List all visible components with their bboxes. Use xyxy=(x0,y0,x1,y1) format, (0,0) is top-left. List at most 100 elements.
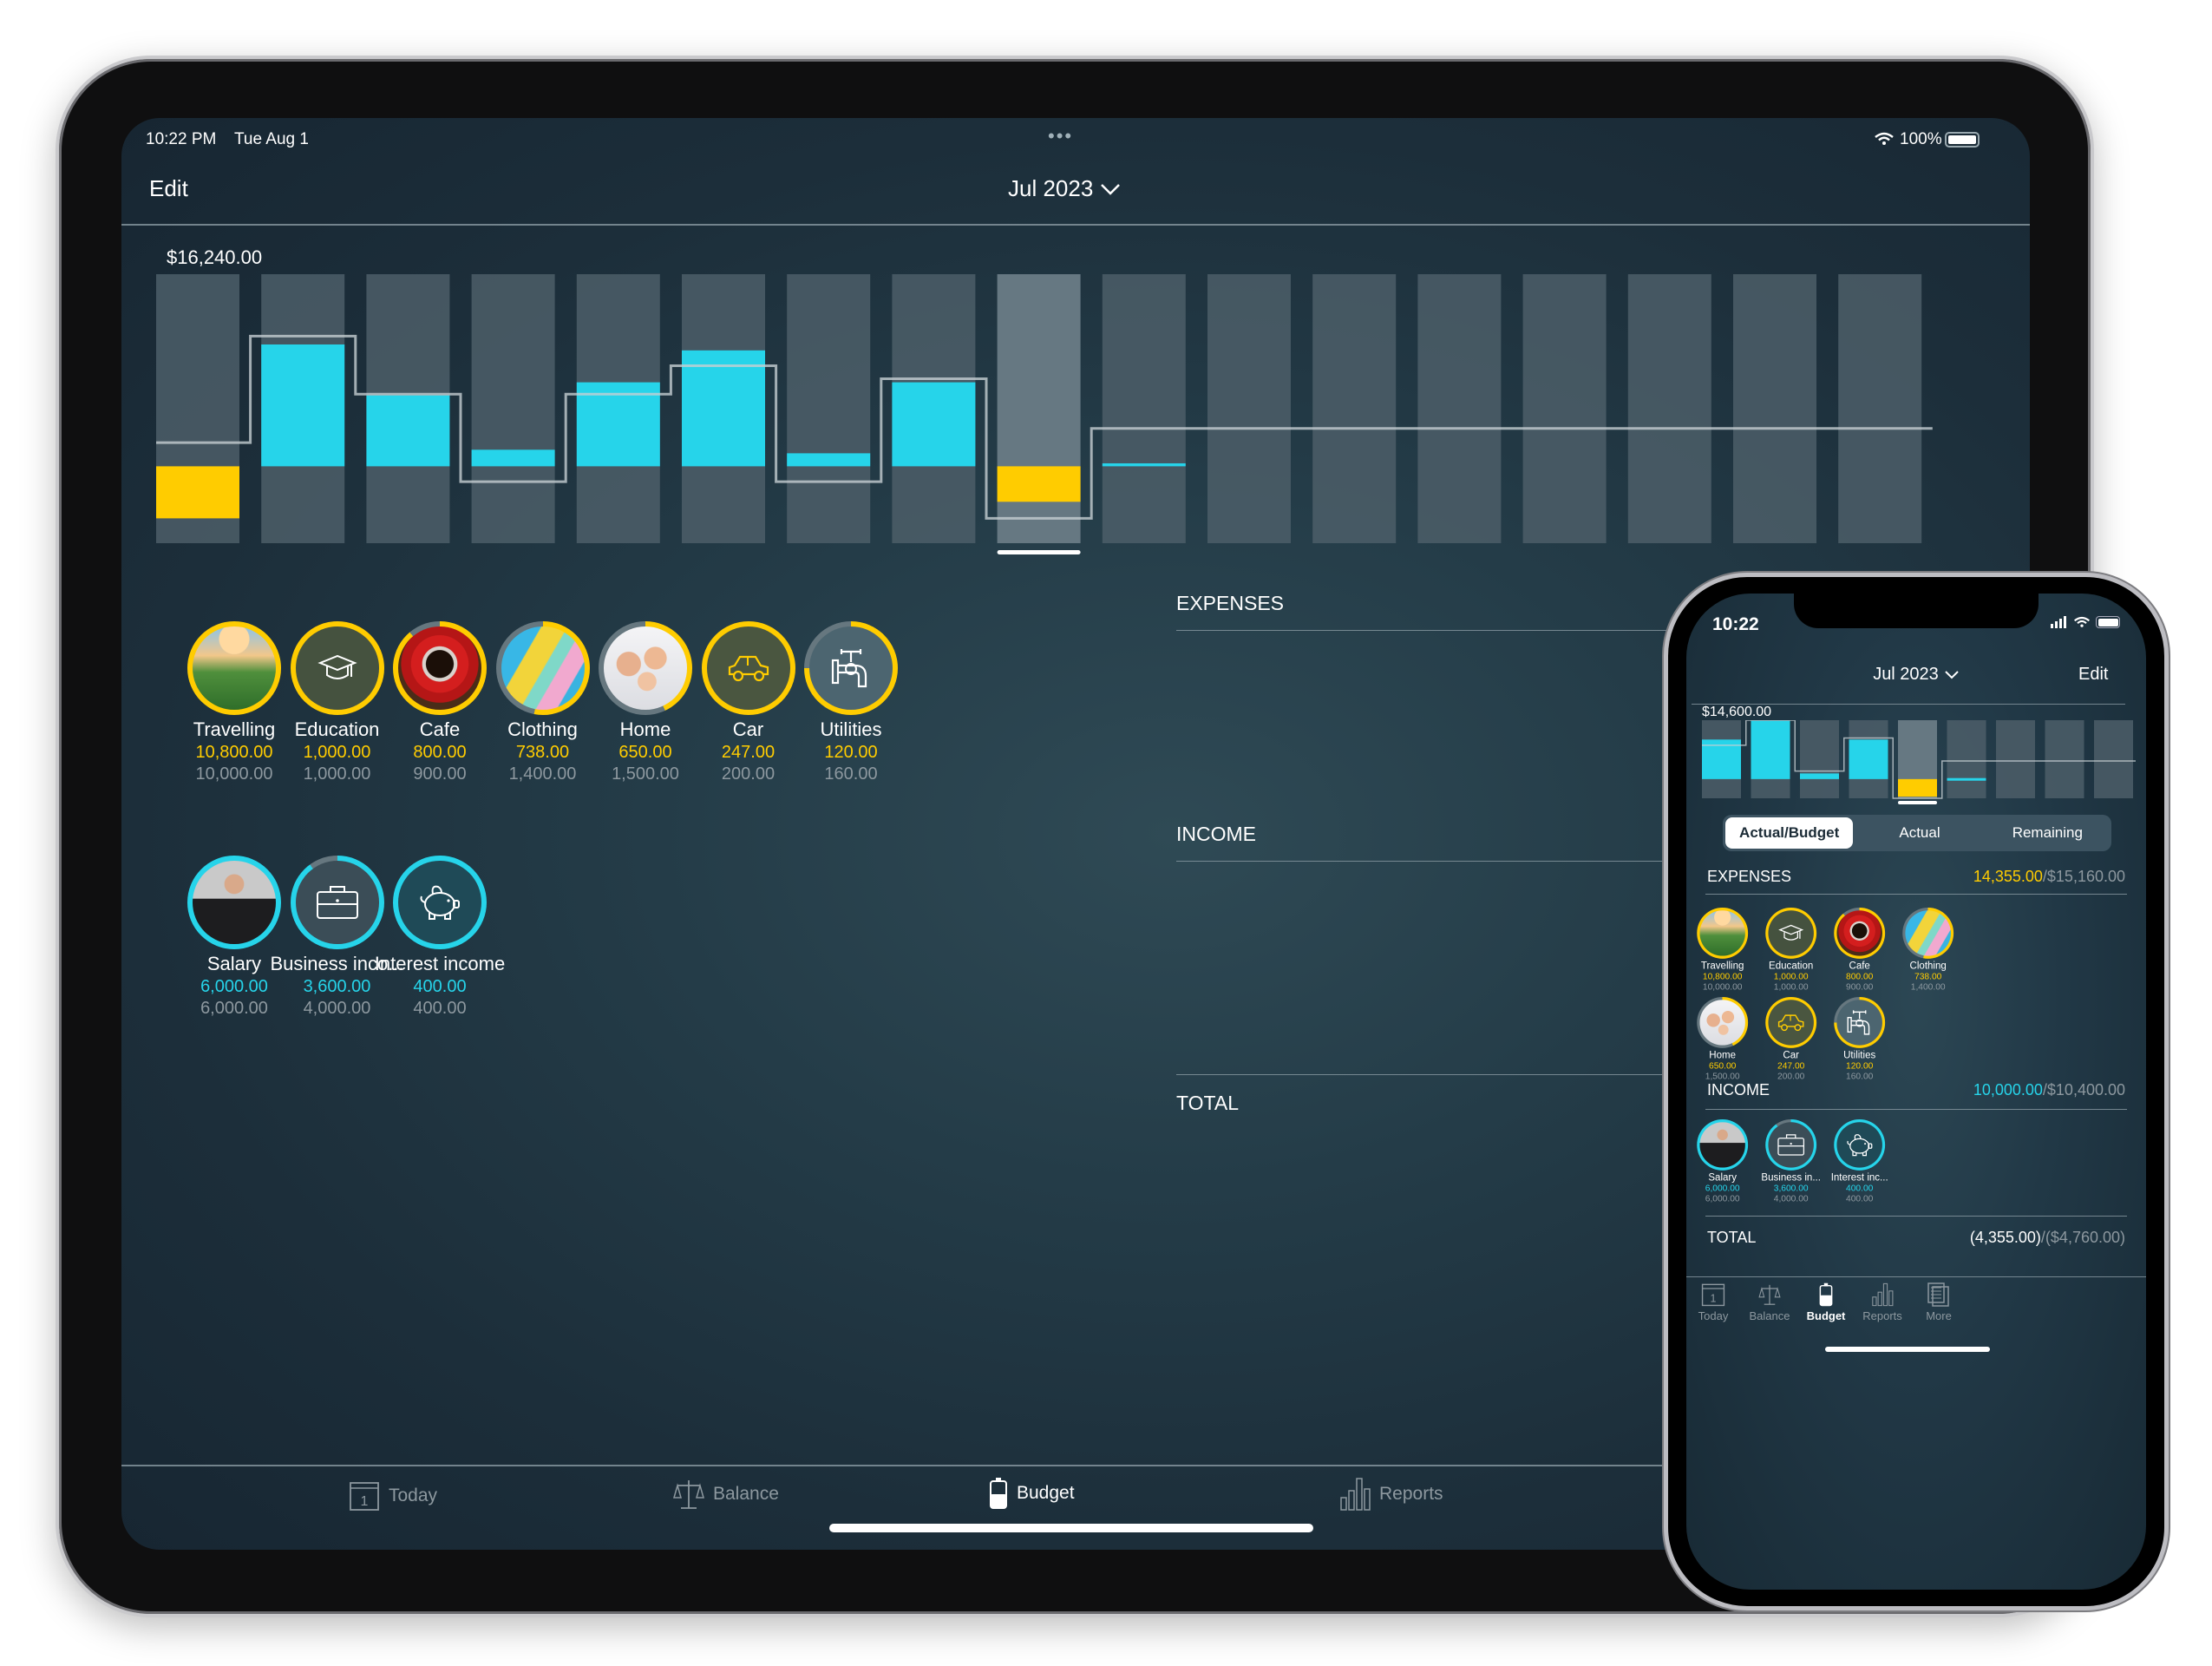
bar xyxy=(1800,773,1839,779)
category-item[interactable]: Interest income 400.00 400.00 xyxy=(362,856,518,1019)
bar-background[interactable] xyxy=(1522,274,1607,543)
bar xyxy=(471,449,555,467)
category-item[interactable]: Business in... 3,600.00 4,000.00 xyxy=(1757,1119,1825,1204)
bar xyxy=(787,453,871,467)
period-label: Jul 2023 xyxy=(1873,665,1939,684)
home-indicator[interactable] xyxy=(1825,1347,1990,1352)
category-actual: 400.00 xyxy=(1846,1184,1874,1194)
tab-more-label: More xyxy=(1926,1309,1952,1322)
category-budget: 400.00 xyxy=(413,999,467,1018)
category-name: Travelling xyxy=(1700,960,1744,971)
monthly-bar-chart[interactable] xyxy=(1702,720,2136,807)
expenses-actual-total: 14,355.00 xyxy=(1973,868,2043,885)
bar-background[interactable] xyxy=(2094,720,2133,798)
progress-ring xyxy=(1765,1119,1817,1171)
category-budget: 160.00 xyxy=(1846,1072,1874,1082)
selected-month-indicator xyxy=(1898,801,1937,804)
category-actual: 247.00 xyxy=(1777,1061,1805,1072)
category-actual: 800.00 xyxy=(1846,972,1874,982)
category-item[interactable]: Salary 6,000.00 6,000.00 xyxy=(1688,1119,1757,1204)
family-photo xyxy=(1699,1000,1745,1046)
category-item[interactable]: Home 650.00 1,500.00 xyxy=(1688,997,1757,1082)
bar-background[interactable] xyxy=(471,274,555,543)
calendar-icon: 1 xyxy=(350,1482,379,1511)
category-budget: 400.00 xyxy=(1846,1194,1874,1204)
battery-half-icon xyxy=(1819,1282,1833,1307)
category-item[interactable]: Clothing 738.00 1,400.00 xyxy=(1894,908,1962,993)
documents-icon xyxy=(1927,1282,1949,1307)
tab-budget[interactable]: Budget xyxy=(989,1477,1075,1510)
bar-background[interactable] xyxy=(1312,274,1397,543)
category-name: Interest income xyxy=(374,953,506,974)
battery-icon xyxy=(1945,132,1980,148)
notch xyxy=(1794,594,2039,628)
status-icons xyxy=(2051,616,2120,628)
expenses-section-title: EXPENSES xyxy=(1707,868,1792,885)
bar-background[interactable] xyxy=(1947,720,1986,798)
person-photo xyxy=(1699,1122,1745,1168)
bar-chart-icon xyxy=(1872,1282,1894,1307)
tab-budget-label: Budget xyxy=(1017,1483,1075,1503)
bar-background[interactable] xyxy=(1627,274,1711,543)
bar xyxy=(1102,462,1186,467)
progress-ring xyxy=(1834,997,1886,1048)
tab-today[interactable]: 1 Today xyxy=(349,1480,437,1512)
period-selector[interactable]: Jul 2023 xyxy=(1008,175,1121,202)
bar-background[interactable] xyxy=(1996,720,2035,798)
bar-background[interactable] xyxy=(787,274,871,543)
edit-button[interactable]: Edit xyxy=(2078,665,2108,685)
chevron-down-icon xyxy=(1945,670,1959,679)
monthly-bar-chart[interactable] xyxy=(156,274,1978,587)
bar-background[interactable] xyxy=(1733,274,1816,543)
segment-actual-budget[interactable]: Actual/Budget xyxy=(1725,817,1854,849)
progress-ring xyxy=(393,856,487,949)
shopping-photo xyxy=(1905,910,1951,956)
category-item[interactable]: Travelling 10,800.00 10,000.00 xyxy=(1688,908,1757,993)
total-actual: (4,355.00) xyxy=(1969,1229,2041,1246)
battery-icon xyxy=(2096,616,2120,628)
bar-background[interactable] xyxy=(1838,274,1922,543)
category-item[interactable]: Car 247.00 200.00 xyxy=(1757,997,1825,1082)
category-item[interactable]: Utilities 120.00 160.00 xyxy=(773,621,929,784)
category-name: Business in... xyxy=(1761,1171,1821,1183)
tab-balance[interactable]: Balance xyxy=(673,1477,779,1512)
category-item[interactable]: Education 1,000.00 1,000.00 xyxy=(1757,908,1825,993)
segment-remaining[interactable]: Remaining xyxy=(1984,815,2111,851)
progress-ring xyxy=(804,621,898,715)
calendar-icon: 1 xyxy=(1701,1283,1725,1307)
car-icon xyxy=(1768,1000,1814,1046)
multitasking-dots[interactable]: ••• xyxy=(1048,125,1073,148)
income-actual-total: 10,000.00 xyxy=(1973,1081,2043,1099)
bar-background[interactable] xyxy=(1207,274,1291,543)
category-item[interactable]: Utilities 120.00 160.00 xyxy=(1825,997,1894,1082)
segment-actual[interactable]: Actual xyxy=(1855,815,1983,851)
tab-more[interactable]: More xyxy=(1900,1282,1978,1322)
category-actual: 650.00 xyxy=(1709,1061,1737,1072)
wifi-icon xyxy=(2074,616,2090,627)
bar-background[interactable] xyxy=(1417,274,1502,543)
piggy-bank-icon xyxy=(398,861,481,944)
category-item[interactable]: Cafe 800.00 900.00 xyxy=(1825,908,1894,993)
category-budget: 1,000.00 xyxy=(1773,982,1809,993)
home-indicator[interactable] xyxy=(829,1524,1313,1532)
category-actual: 3,600.00 xyxy=(1773,1184,1809,1194)
category-name: Salary xyxy=(1708,1171,1738,1183)
bar-background[interactable] xyxy=(2045,720,2084,798)
bar-background[interactable] xyxy=(997,274,1081,543)
edit-button[interactable]: Edit xyxy=(149,175,188,202)
category-item[interactable]: Interest inc... 400.00 400.00 xyxy=(1825,1119,1894,1204)
status-date: Tue Aug 1 xyxy=(234,130,309,148)
faucet-icon xyxy=(809,626,893,710)
briefcase-icon xyxy=(1768,1122,1814,1168)
expenses-divider xyxy=(1705,894,2127,895)
category-name: Utilities xyxy=(1843,1049,1876,1060)
period-selector[interactable]: Jul 2023 xyxy=(1686,665,2146,685)
bar xyxy=(1751,720,1790,779)
progress-ring xyxy=(1902,908,1954,959)
bar-background[interactable] xyxy=(1102,274,1186,543)
bar-background[interactable] xyxy=(1800,720,1839,798)
category-actual: 1,000.00 xyxy=(1773,972,1809,982)
bar xyxy=(892,382,976,467)
tab-reports[interactable]: Reports xyxy=(1339,1477,1443,1512)
cellular-signal-icon xyxy=(2051,616,2066,628)
